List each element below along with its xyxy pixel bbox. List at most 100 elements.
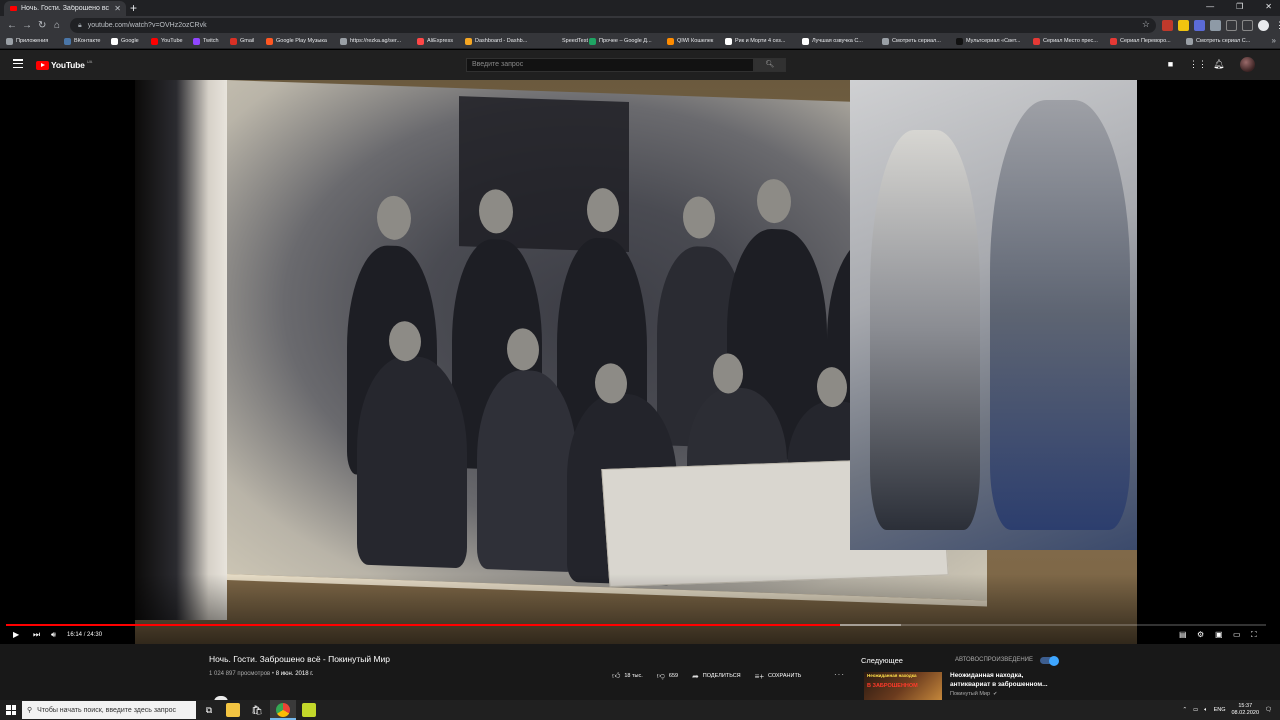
subtitles-icon[interactable]: ▤ — [1179, 629, 1187, 641]
dislike-button[interactable]: 👎︎ 659 — [657, 671, 678, 681]
bookmark-favicon-icon — [64, 38, 71, 45]
next-video-icon[interactable]: ⏭ — [33, 629, 40, 641]
bookmark-item[interactable]: Прочее – Google Д... — [589, 37, 652, 46]
search-input[interactable]: Введите запрос — [466, 58, 754, 72]
bookmark-item[interactable]: Смотреть сериал... — [882, 37, 941, 46]
bookmark-favicon-icon — [882, 38, 889, 45]
extension-icon[interactable] — [1194, 20, 1205, 31]
windows-start-icon[interactable] — [6, 705, 16, 715]
forward-icon[interactable]: → — [22, 18, 32, 33]
next-video-thumbnail[interactable]: Неожиданная находка В ЗАБРОШЕННОМ — [864, 672, 942, 702]
theater-mode-icon[interactable]: ▭ — [1233, 629, 1241, 641]
tray-chevron-icon[interactable]: ⌃ — [1182, 707, 1187, 713]
share-button[interactable]: ➦ ПОДЕЛИТЬСЯ — [692, 672, 741, 681]
address-bar[interactable]: 🔒︎ youtube.com/watch?v=OVHz2ozCRvk ☆ — [70, 18, 1156, 33]
bookmark-item[interactable]: ВКонтакте — [64, 37, 100, 46]
bookmark-label: Google Play Музыка — [276, 38, 327, 44]
clock[interactable]: 15:37 08.02.2020 — [1231, 703, 1259, 717]
more-actions-icon[interactable]: ··· — [834, 670, 845, 679]
home-icon[interactable]: ⌂ — [54, 18, 60, 33]
bookmarks-overflow-icon[interactable]: » — [1272, 36, 1276, 45]
window-close-icon[interactable]: ✕ — [1265, 0, 1272, 14]
chrome-taskbar-button[interactable] — [270, 700, 296, 720]
progress-bar[interactable] — [6, 624, 1266, 626]
apps-grid-icon[interactable]: ⋮⋮ — [1189, 59, 1207, 70]
bookmark-item[interactable]: Gmail — [230, 37, 254, 46]
bookmark-item[interactable]: Лучшая озвучка С... — [802, 37, 863, 46]
app-icon[interactable] — [302, 703, 316, 717]
bookmark-label: Смотреть сериал С... — [1196, 38, 1251, 44]
extension-icon[interactable] — [1162, 20, 1173, 31]
youtube-logo[interactable]: YouTube UA — [36, 59, 92, 70]
bookmark-favicon-icon — [725, 38, 732, 45]
fullscreen-icon[interactable]: ⛶ — [1251, 629, 1257, 641]
tab-close-icon[interactable]: ✕ — [114, 4, 121, 13]
create-video-icon[interactable]: ■ — [1165, 59, 1176, 70]
video-player[interactable] — [0, 80, 1280, 644]
extension-icon[interactable] — [1210, 20, 1221, 31]
volume-icon[interactable]: 🔊︎ — [51, 629, 56, 641]
network-icon[interactable]: ▭ — [1193, 707, 1198, 713]
extension-icon[interactable] — [1178, 20, 1189, 31]
bookmark-item[interactable]: SpeedTest — [552, 37, 588, 46]
bookmark-item[interactable]: YouTube — [151, 37, 183, 46]
bookmark-item[interactable]: Twitch — [193, 37, 219, 46]
save-button[interactable]: ≡+ СОХРАНИТЬ — [755, 672, 802, 681]
bookmark-item[interactable]: Приложения — [6, 37, 48, 46]
bookmark-item[interactable]: AliExpress — [417, 37, 453, 46]
like-button[interactable]: 👍︎ 18 тыс. — [612, 671, 643, 681]
search-icon: ⚲ — [27, 707, 33, 714]
reload-icon[interactable]: ↻ — [38, 18, 46, 33]
browser-tab[interactable]: Ночь. Гости. Заброшено вс ✕ — [4, 1, 126, 16]
notifications-icon[interactable]: 🗨︎ — [1265, 707, 1272, 713]
task-view-icon[interactable]: ⧉ — [202, 703, 216, 717]
autoplay-toggle[interactable] — [1040, 655, 1059, 666]
bookmark-item[interactable]: Смотреть сериал С... — [1186, 37, 1250, 46]
notifications-bell-icon[interactable]: 🔔︎ — [1213, 59, 1224, 70]
settings-icon[interactable]: ⚙ — [1197, 629, 1204, 641]
bookmark-item[interactable]: QIWI Кошелек — [667, 37, 713, 46]
url-text: youtube.com/watch?v=OVHz2ozCRvk — [87, 22, 207, 29]
store-icon[interactable]: 🛍︎ — [250, 703, 264, 717]
back-icon[interactable]: ← — [7, 18, 17, 33]
search-button[interactable]: 🔍︎ — [754, 58, 786, 72]
share-icon: ➦ — [692, 671, 699, 681]
menu-icon[interactable]: ⋮ — [1274, 20, 1280, 31]
extension-icon[interactable] — [1242, 20, 1253, 31]
play-icon[interactable]: ▶ — [13, 629, 19, 641]
bookmark-item[interactable]: Google — [111, 37, 139, 46]
taskbar-search[interactable]: ⚲ Чтобы начать поиск, введите здесь запр… — [22, 701, 196, 719]
browser-toolbar: ← → ↻ ⌂ 🔒︎ youtube.com/watch?v=OVHz2ozCR… — [0, 16, 1280, 35]
bookmark-item[interactable]: https://rezka.ag/ser... — [340, 37, 401, 46]
extension-icon[interactable] — [1226, 20, 1237, 31]
bookmark-item[interactable]: Сериал Место прес... — [1033, 37, 1098, 46]
bookmark-item[interactable]: Рик и Морти 4 сез... — [725, 37, 785, 46]
account-avatar[interactable] — [1240, 57, 1255, 72]
bookmark-item[interactable]: Сериал Переворо... — [1110, 37, 1171, 46]
speaker-icon[interactable]: 🔈︎ — [1204, 707, 1207, 714]
bookmark-label: Смотреть сериал... — [892, 38, 941, 44]
next-video-title[interactable]: Неожиданная находка, антиквариат в забро… — [950, 672, 1060, 689]
bookmark-label: SpeedTest — [562, 38, 588, 44]
maximize-icon[interactable]: ❐ — [1236, 0, 1243, 14]
video-frame — [135, 80, 1137, 644]
bookmark-star-icon[interactable]: ☆ — [1142, 19, 1150, 30]
miniplayer-icon[interactable]: ▣ — [1215, 629, 1223, 641]
progress-played — [6, 624, 841, 626]
bookmark-favicon-icon — [802, 38, 809, 45]
bookmark-favicon-icon — [1033, 38, 1040, 45]
publish-date: 8 июн. 2018 г. — [275, 671, 314, 677]
menu-icon[interactable] — [13, 59, 23, 68]
file-explorer-icon[interactable] — [226, 703, 240, 717]
new-tab-icon[interactable]: + — [130, 0, 137, 16]
bookmark-item[interactable]: Dashboard - Dashb... — [465, 37, 527, 46]
lock-icon[interactable]: 🔒︎ — [78, 22, 82, 30]
bookmark-item[interactable]: Google Play Музыка — [266, 37, 327, 46]
bookmark-label: Приложения — [16, 38, 49, 44]
keyboard-language[interactable]: ENG — [1214, 707, 1226, 713]
minimize-icon[interactable]: — — [1206, 0, 1214, 14]
bookmark-item[interactable]: Мультсериал «Свет... — [956, 37, 1020, 46]
extension-icon[interactable] — [1258, 20, 1269, 31]
extensions: ⋮ — [1162, 20, 1280, 31]
bookmark-label: Сериал Место прес... — [1043, 38, 1098, 44]
